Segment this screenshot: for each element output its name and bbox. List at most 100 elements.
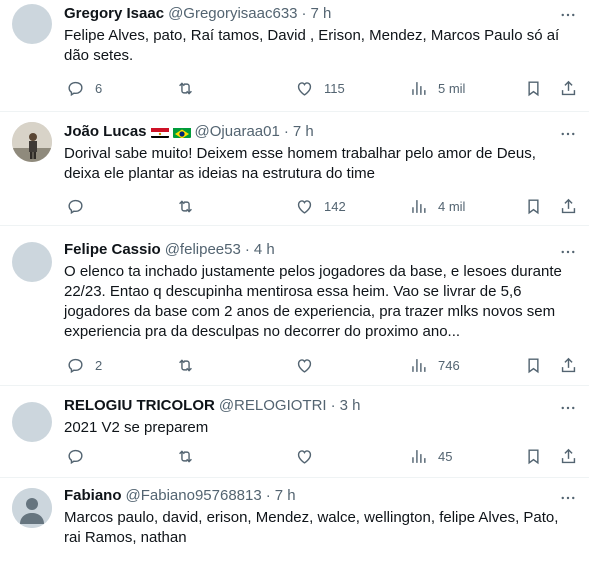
retweet-button[interactable]	[176, 356, 205, 375]
bookmark-button[interactable]	[524, 79, 543, 98]
reply-count: 2	[95, 357, 103, 373]
author-handle[interactable]: @felipee53	[165, 240, 241, 260]
more-icon[interactable]	[553, 0, 583, 30]
share-button[interactable]	[559, 197, 578, 216]
tweet-actions: 2 746	[54, 353, 581, 377]
avatar[interactable]	[12, 488, 52, 528]
tweet-text: O elenco ta inchado justamente pelos jog…	[64, 263, 562, 340]
views-count: 5 mil	[438, 80, 466, 96]
bookmark-icon	[528, 448, 539, 464]
share-button[interactable]	[559, 356, 578, 375]
share-button[interactable]	[559, 79, 578, 98]
author-name[interactable]: RELOGIU TRICOLOR	[64, 396, 215, 416]
tweet-text: 2021 V2 se preparem	[64, 419, 209, 436]
timestamp[interactable]: 7 h	[293, 122, 314, 142]
more-icon[interactable]	[553, 237, 583, 267]
views-icon	[412, 81, 426, 95]
bookmark-icon	[528, 357, 539, 373]
share-icon	[561, 448, 576, 463]
like-count: 142	[324, 198, 346, 214]
retweet-icon	[179, 199, 192, 213]
tweet-joao-lucas[interactable]: João Lucas @Ojuaraa01 · 7 h Dorival sabe…	[0, 112, 589, 226]
views-button[interactable]: 746	[409, 356, 460, 375]
flag-egypt-icon	[150, 126, 169, 138]
bookmark-button[interactable]	[524, 197, 543, 216]
avatar[interactable]	[12, 4, 52, 44]
bookmark-icon	[528, 80, 539, 96]
timestamp[interactable]: 4 h	[254, 240, 275, 260]
reply-button[interactable]: 6	[66, 79, 102, 98]
timestamp[interactable]: 3 h	[340, 396, 361, 416]
more-icon[interactable]	[553, 483, 583, 513]
avatar[interactable]	[12, 242, 52, 282]
timestamp[interactable]: 7 h	[275, 486, 296, 506]
tweet-actions: 6 115 5 mil	[54, 76, 581, 100]
bookmark-icon	[528, 198, 539, 214]
like-icon	[297, 81, 312, 96]
share-icon	[561, 80, 576, 95]
views-button[interactable]: 4 mil	[409, 197, 465, 216]
tweet-text: Marcos paulo, david, erison, Mendez, wal…	[64, 509, 559, 546]
retweet-icon	[179, 449, 192, 463]
views-count: 746	[438, 357, 460, 373]
tweet-gregory-isaac[interactable]: Gregory Isaac @Gregoryisaac633 · 7 h Fel…	[0, 0, 589, 112]
tweet-fabiano[interactable]: Fabiano @Fabiano95768813 · 7 h Marcos pa…	[0, 478, 589, 572]
views-count: 4 mil	[438, 198, 466, 214]
tweet-actions: 45	[54, 444, 581, 468]
default-person-icon	[12, 488, 52, 528]
separator: ·	[244, 241, 250, 258]
avatar[interactable]	[12, 402, 52, 442]
like-button[interactable]	[295, 447, 324, 466]
retweet-button[interactable]	[176, 197, 205, 216]
views-icon	[412, 449, 426, 463]
separator: ·	[265, 487, 271, 504]
reply-button[interactable]	[66, 197, 95, 216]
author-handle[interactable]: @Ojuaraa01	[195, 122, 280, 142]
like-count: 115	[324, 80, 345, 96]
tweet-text: Felipe Alves, pato, Raí tamos, David , E…	[64, 27, 560, 64]
share-icon	[561, 357, 576, 372]
like-button[interactable]: 115	[295, 79, 345, 98]
like-icon	[297, 199, 312, 214]
like-button[interactable]	[295, 356, 324, 375]
like-button[interactable]: 142	[295, 197, 346, 216]
separator: ·	[301, 5, 307, 22]
views-icon	[412, 358, 426, 372]
reply-icon	[68, 449, 83, 464]
retweet-button[interactable]	[176, 79, 205, 98]
author-name[interactable]: Gregory Isaac	[64, 4, 164, 24]
tweet-felipe-cassio[interactable]: Felipe Cassio @felipee53 · 4 h O elenco …	[0, 226, 589, 386]
reply-icon	[68, 199, 83, 214]
separator: ·	[283, 123, 289, 140]
reply-count: 6	[95, 80, 103, 96]
retweet-icon	[179, 358, 192, 372]
author-name[interactable]: Felipe Cassio	[64, 240, 161, 260]
author-handle[interactable]: @Gregoryisaac633	[168, 4, 297, 24]
reply-icon	[68, 358, 83, 373]
bookmark-button[interactable]	[524, 447, 543, 466]
avatar[interactable]	[12, 122, 52, 162]
views-button[interactable]: 5 mil	[409, 79, 465, 98]
more-icon[interactable]	[553, 119, 583, 149]
bookmark-button[interactable]	[524, 356, 543, 375]
author-handle[interactable]: @Fabiano95768813	[126, 486, 262, 506]
tweet-text: Dorival sabe muito! Deixem esse homem tr…	[64, 145, 536, 182]
more-icon[interactable]	[553, 393, 583, 423]
tweet-actions: 142 4 mil	[54, 194, 581, 218]
share-button[interactable]	[559, 447, 578, 466]
like-icon	[297, 358, 312, 373]
reply-button[interactable]	[66, 447, 95, 466]
flag-brazil-icon	[172, 126, 191, 138]
like-icon	[297, 449, 312, 464]
tweet-relogiu-tricolor[interactable]: RELOGIU TRICOLOR @RELOGIOTRI · 3 h 2021 …	[0, 386, 589, 478]
author-name[interactable]: João Lucas	[64, 122, 147, 142]
reply-icon	[68, 81, 83, 96]
retweet-button[interactable]	[176, 447, 205, 466]
timeline: Gregory Isaac @Gregoryisaac633 · 7 h Fel…	[0, 0, 589, 572]
author-handle[interactable]: @RELOGIOTRI	[219, 396, 327, 416]
views-icon	[412, 199, 426, 213]
author-name[interactable]: Fabiano	[64, 486, 122, 506]
views-button[interactable]: 45	[409, 447, 452, 466]
reply-button[interactable]: 2	[66, 356, 102, 375]
timestamp[interactable]: 7 h	[311, 4, 332, 24]
